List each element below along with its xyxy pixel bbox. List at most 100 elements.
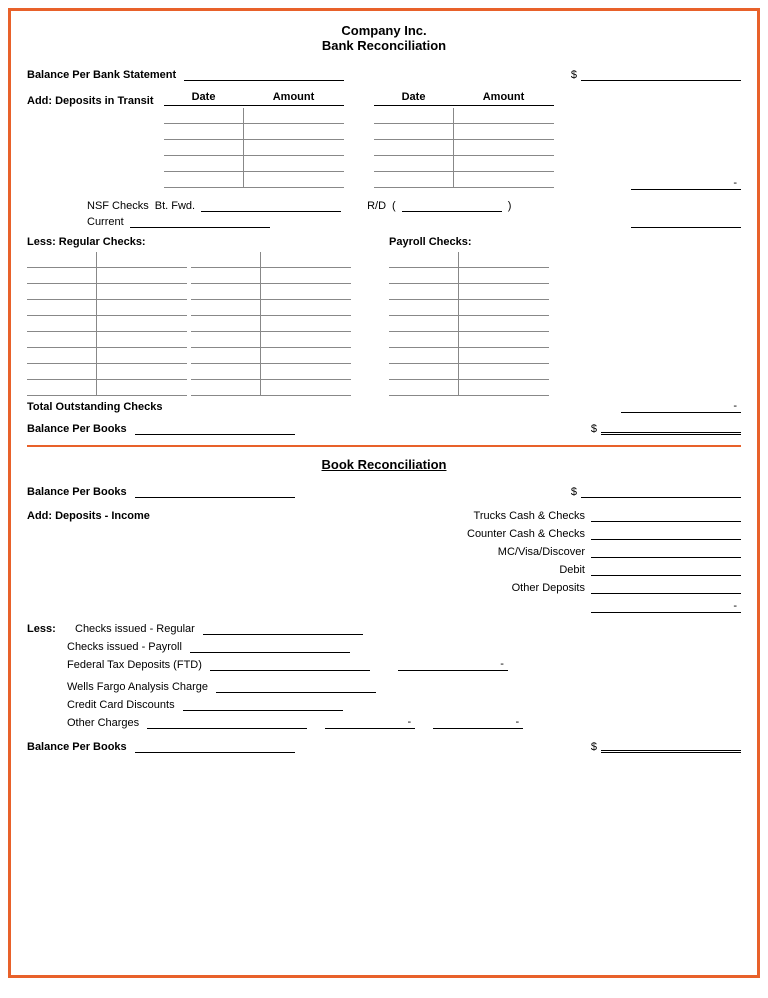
dep-cell-date-1-4[interactable] xyxy=(164,156,244,171)
mc-field[interactable] xyxy=(591,544,741,558)
reg-date-a-5[interactable] xyxy=(27,316,97,331)
col-date-1: Date xyxy=(164,91,244,106)
debit-field[interactable] xyxy=(591,562,741,576)
dep-cell-date-2-5[interactable] xyxy=(374,172,454,187)
dep-cell-date-1-2[interactable] xyxy=(164,124,244,139)
dep-cell-amount-2-3[interactable] xyxy=(454,140,554,155)
reg-date-b-9[interactable] xyxy=(191,380,261,395)
less-checks-regular-field[interactable] xyxy=(203,621,363,635)
dep-cell-date-2-4[interactable] xyxy=(374,156,454,171)
reg-amount-a-1[interactable] xyxy=(97,252,187,267)
reg-row-b-5 xyxy=(191,316,351,332)
book-balance-amount[interactable] xyxy=(581,484,741,498)
pay-amount-6[interactable] xyxy=(459,332,549,347)
reg-date-a-7[interactable] xyxy=(27,348,97,363)
reg-amount-b-2[interactable] xyxy=(261,268,351,283)
reg-date-b-7[interactable] xyxy=(191,348,261,363)
reg-amount-b-8[interactable] xyxy=(261,364,351,379)
pay-date-1[interactable] xyxy=(389,252,459,267)
less-checks-payroll-field[interactable] xyxy=(190,639,350,653)
pay-amount-1[interactable] xyxy=(459,252,549,267)
pay-date-5[interactable] xyxy=(389,316,459,331)
pay-amount-2[interactable] xyxy=(459,268,549,283)
pay-date-8[interactable] xyxy=(389,364,459,379)
dep-cell-amount-1-5[interactable] xyxy=(244,172,344,187)
dep-cell-date-2-1[interactable] xyxy=(374,108,454,123)
reg-date-a-6[interactable] xyxy=(27,332,97,347)
reg-amount-a-4[interactable] xyxy=(97,300,187,315)
dep-cell-date-1-5[interactable] xyxy=(164,172,244,187)
dep-cell-date-1-1[interactable] xyxy=(164,108,244,123)
pay-date-4[interactable] xyxy=(389,300,459,315)
reg-date-a-8[interactable] xyxy=(27,364,97,379)
bank-balance-books-amount[interactable] xyxy=(601,419,741,435)
reg-amount-b-7[interactable] xyxy=(261,348,351,363)
dep-cell-date-1-3[interactable] xyxy=(164,140,244,155)
reg-date-b-8[interactable] xyxy=(191,364,261,379)
reg-amount-a-2[interactable] xyxy=(97,268,187,283)
pay-amount-5[interactable] xyxy=(459,316,549,331)
dep-cell-date-2-2[interactable] xyxy=(374,124,454,139)
dep-cell-amount-2-1[interactable] xyxy=(454,108,554,123)
pay-amount-4[interactable] xyxy=(459,300,549,315)
reg-amount-a-9[interactable] xyxy=(97,380,187,395)
pay-date-9[interactable] xyxy=(389,380,459,395)
reg-date-a-9[interactable] xyxy=(27,380,97,395)
reg-amount-a-3[interactable] xyxy=(97,284,187,299)
reg-date-b-4[interactable] xyxy=(191,300,261,315)
reg-date-b-6[interactable] xyxy=(191,332,261,347)
dep-cell-amount-2-2[interactable] xyxy=(454,124,554,139)
dep-cell-amount-1-1[interactable] xyxy=(244,108,344,123)
wells-fargo-field[interactable] xyxy=(216,679,376,693)
pay-row-2 xyxy=(389,268,549,284)
reg-date-b-5[interactable] xyxy=(191,316,261,331)
pay-date-6[interactable] xyxy=(389,332,459,347)
reg-amount-b-3[interactable] xyxy=(261,284,351,299)
reg-amount-b-5[interactable] xyxy=(261,316,351,331)
reg-amount-b-1[interactable] xyxy=(261,252,351,267)
less-ftd-field[interactable] xyxy=(210,657,370,671)
reg-amount-a-6[interactable] xyxy=(97,332,187,347)
current-field[interactable] xyxy=(130,214,270,228)
pay-amount-9[interactable] xyxy=(459,380,549,395)
other-deposits-field[interactable] xyxy=(591,580,741,594)
bank-balance-books-field[interactable] xyxy=(135,421,295,435)
pay-amount-3[interactable] xyxy=(459,284,549,299)
credit-card-field[interactable] xyxy=(183,697,343,711)
balance-bank-field[interactable] xyxy=(184,67,344,81)
nsf-btfwd-field[interactable] xyxy=(201,198,341,212)
reg-date-a-3[interactable] xyxy=(27,284,97,299)
book-balance-field[interactable] xyxy=(135,484,295,498)
reg-amount-a-5[interactable] xyxy=(97,316,187,331)
dep-cell-amount-2-5[interactable] xyxy=(454,172,554,187)
dep-cell-amount-2-4[interactable] xyxy=(454,156,554,171)
reg-date-b-1[interactable] xyxy=(191,252,261,267)
reg-amount-b-9[interactable] xyxy=(261,380,351,395)
pay-date-2[interactable] xyxy=(389,268,459,283)
pay-amount-7[interactable] xyxy=(459,348,549,363)
dep-cell-date-2-3[interactable] xyxy=(374,140,454,155)
final-balance-field[interactable] xyxy=(135,739,295,753)
pay-date-7[interactable] xyxy=(389,348,459,363)
reg-date-b-3[interactable] xyxy=(191,284,261,299)
deposits-header-1: Date Amount xyxy=(164,91,344,106)
trucks-field[interactable] xyxy=(591,508,741,522)
dep-cell-amount-1-3[interactable] xyxy=(244,140,344,155)
reg-amount-b-6[interactable] xyxy=(261,332,351,347)
pay-date-3[interactable] xyxy=(389,284,459,299)
reg-date-a-4[interactable] xyxy=(27,300,97,315)
final-balance-amount[interactable] xyxy=(601,737,741,753)
rd-field[interactable] xyxy=(402,198,502,212)
reg-date-a-2[interactable] xyxy=(27,268,97,283)
pay-amount-8[interactable] xyxy=(459,364,549,379)
reg-date-a-1[interactable] xyxy=(27,252,97,267)
reg-amount-b-4[interactable] xyxy=(261,300,351,315)
dep-cell-amount-1-2[interactable] xyxy=(244,124,344,139)
reg-amount-a-8[interactable] xyxy=(97,364,187,379)
balance-bank-amount[interactable] xyxy=(581,67,741,81)
counter-field[interactable] xyxy=(591,526,741,540)
dep-cell-amount-1-4[interactable] xyxy=(244,156,344,171)
reg-date-b-2[interactable] xyxy=(191,268,261,283)
reg-amount-a-7[interactable] xyxy=(97,348,187,363)
other-charges-field[interactable] xyxy=(147,715,307,729)
